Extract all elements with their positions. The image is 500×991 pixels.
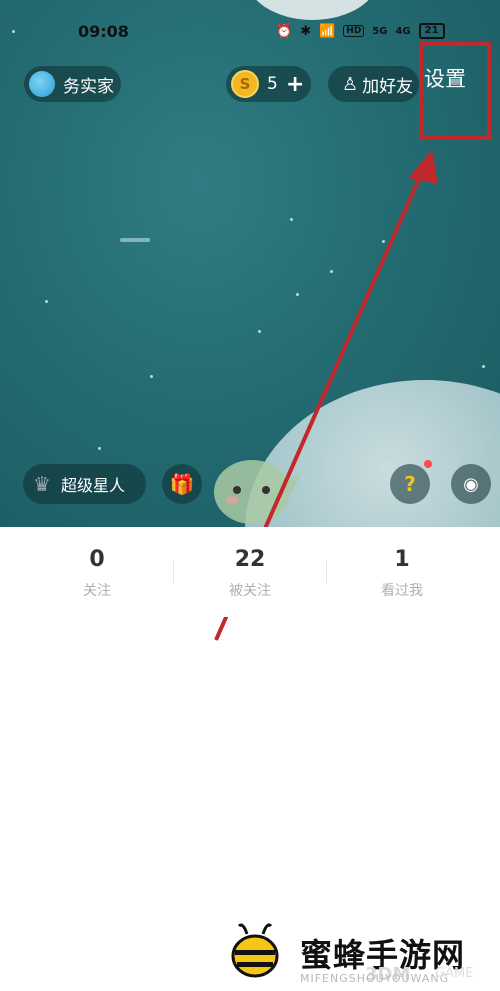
watermark: 蜜蜂手游网 3DM MIFENGSHOUYOUWANG GAME (225, 920, 500, 991)
stat-label: 看过我 (381, 583, 423, 599)
voice-icon: ◉ (463, 473, 479, 495)
stat-label: 被关注 (229, 583, 271, 599)
voice-button[interactable]: ◉ (451, 464, 491, 504)
stat-value: 22 (234, 547, 266, 572)
super-star-label: 超级星人 (60, 476, 125, 495)
notification-dot (424, 460, 432, 468)
watermark-game: GAME (435, 966, 474, 981)
gift-button[interactable]: 🎁 (162, 464, 202, 504)
stats-bar: 0 关注 22 被关注 1 看过我 (0, 527, 500, 617)
super-star-button[interactable]: ♛ 超级星人 (23, 464, 146, 504)
divider (173, 561, 174, 583)
crown-icon: ♛ (33, 472, 51, 496)
watermark-subtitle: MIFENGSHOUYOUWANG (300, 972, 450, 985)
stat-value: 0 (89, 547, 105, 572)
cat-mission-button[interactable]: ? (390, 464, 430, 504)
cat-icon: ? (404, 472, 416, 496)
bee-logo-icon (231, 923, 279, 978)
stat-followers[interactable]: 22 被关注 (175, 547, 325, 600)
gift-icon: 🎁 (169, 472, 195, 496)
stat-visitors[interactable]: 1 看过我 (327, 547, 477, 600)
stat-following[interactable]: 0 关注 (22, 547, 172, 600)
stat-value: 1 (394, 547, 410, 572)
stat-label: 关注 (83, 583, 111, 599)
